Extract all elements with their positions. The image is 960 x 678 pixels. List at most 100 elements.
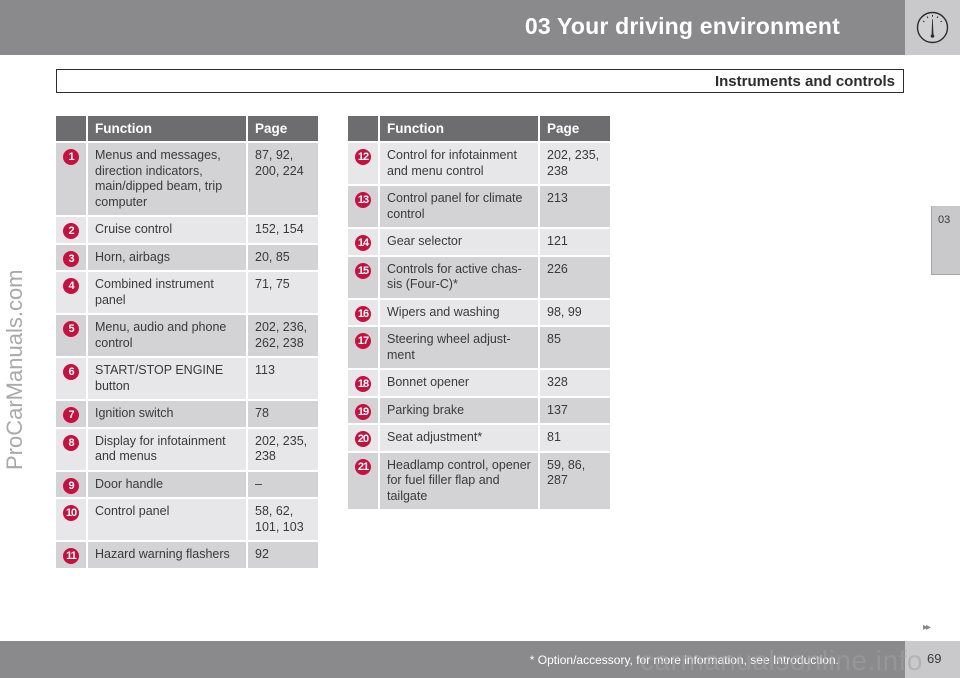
number-badge-icon: 16	[355, 305, 371, 322]
number-badge-icon: 5	[63, 321, 79, 337]
number-badge-icon: 17	[355, 333, 371, 349]
number-badge-icon: 11	[63, 548, 79, 564]
row-number-cell: 2	[56, 217, 86, 243]
row-number-cell: 5	[56, 315, 86, 356]
row-number-cell: 10	[56, 499, 86, 540]
table-row: 12 Control for infotainment and menu cont…	[348, 143, 610, 184]
table-row: 1 Menus and messages, direction indicator…	[56, 143, 318, 215]
row-number-cell: 18	[348, 370, 378, 396]
function-column-header: Function	[380, 116, 538, 141]
function-cell: START/STOP ENGINE button	[88, 358, 246, 399]
page-reference-cell[interactable]: 71, 75	[248, 272, 318, 313]
page-reference-cell[interactable]: 20, 85	[248, 244, 318, 270]
table-row: 13 Control panel for climate control 213	[348, 186, 610, 227]
double-arrow-right-icon[interactable]: ▸▸	[923, 622, 931, 633]
table-row: 8 Display for infotainment and menus 202, …	[56, 428, 318, 470]
table-row: 16 Wipers and washing 98, 99	[348, 299, 610, 325]
row-number-cell: 17	[348, 327, 378, 368]
number-badge-icon: 21	[355, 458, 371, 475]
function-cell: Wipers and washing	[380, 299, 538, 325]
row-number-cell: 19	[348, 397, 378, 423]
page-reference-cell[interactable]: 328	[540, 370, 610, 396]
number-badge-icon: 13	[355, 192, 371, 208]
watermark-bottom: carmanualsonline.info	[640, 645, 923, 676]
table-row: 4 Combined instrument panel 71, 75	[56, 272, 318, 313]
number-column-header	[348, 116, 378, 141]
function-cell: Horn, airbags	[88, 244, 246, 270]
row-number-cell: 11	[56, 542, 86, 568]
table-row: 9 Door handle –	[56, 471, 318, 497]
chapter-side-tab-label: 03	[938, 214, 951, 226]
chapter-header-band: 03 Your driving environment	[0, 0, 905, 55]
number-badge-icon: 14	[355, 235, 371, 251]
section-header: Instruments and controls	[56, 69, 904, 93]
function-cell: Menu, audio and phone control	[88, 315, 246, 356]
row-number-cell: 4	[56, 272, 86, 313]
function-cell: Controls for active chas-sis (Four-C)*	[380, 256, 538, 298]
number-badge-icon: 6	[63, 364, 79, 380]
section-title: Instruments and controls	[714, 73, 895, 90]
number-badge-icon: 7	[63, 407, 79, 423]
page-reference-cell[interactable]: 137	[540, 397, 610, 423]
row-number-cell: 9	[56, 471, 86, 497]
page-reference-cell[interactable]: 213	[540, 186, 610, 227]
page-reference-cell[interactable]: 78	[248, 401, 318, 427]
table-header-row: Function Page	[56, 116, 318, 141]
row-number-cell: 1	[56, 143, 86, 215]
number-badge-icon: 10	[63, 505, 79, 521]
table-row: 19 Parking brake 137	[348, 397, 610, 423]
page-number: 69	[927, 651, 942, 666]
table-row: 20 Seat adjustment* 81	[348, 425, 610, 451]
page-reference-cell[interactable]: 113	[248, 358, 318, 399]
number-badge-icon: 19	[355, 403, 371, 420]
number-badge-icon: 1	[63, 149, 79, 165]
function-table-right-body: 12 Control for infotainment and menu cont…	[348, 143, 610, 509]
number-badge-icon: 4	[63, 278, 79, 294]
table-row: 11 Hazard warning flashers 92	[56, 542, 318, 568]
page-reference-cell[interactable]: 202, 236, 262, 238	[248, 315, 318, 356]
row-number-cell: 6	[56, 358, 86, 399]
page-reference-cell[interactable]: 98, 99	[540, 299, 610, 325]
page-reference-cell[interactable]: 226	[540, 256, 610, 298]
page-reference-cell[interactable]: –	[248, 471, 318, 497]
page-reference-cell[interactable]: 87, 92, 200, 224	[248, 143, 318, 215]
page-reference-cell[interactable]: 85	[540, 327, 610, 368]
page-reference-cell[interactable]: 121	[540, 229, 610, 255]
page-reference-cell[interactable]: 152, 154	[248, 217, 318, 243]
number-badge-icon: 8	[63, 434, 79, 451]
page-reference-cell[interactable]: 58, 62, 101, 103	[248, 499, 318, 540]
number-column-header	[56, 116, 86, 141]
table-row: 21 Headlamp control, opener for fuel fill…	[348, 452, 610, 509]
page-reference-cell[interactable]: 81	[540, 425, 610, 451]
function-cell: Control for infotainment and menu contro…	[380, 143, 538, 184]
table-row: 18 Bonnet opener 328	[348, 370, 610, 396]
table-row: 3 Horn, airbags 20, 85	[56, 244, 318, 270]
function-cell: Menus and messages, direction indicators…	[88, 143, 246, 215]
function-cell: Parking brake	[380, 397, 538, 423]
row-number-cell: 15	[348, 256, 378, 298]
number-badge-icon: 2	[63, 223, 79, 239]
number-badge-icon: 9	[63, 477, 79, 494]
chapter-title: 03 Your driving environment	[524, 13, 840, 39]
row-number-cell: 16	[348, 299, 378, 325]
page-reference-cell[interactable]: 202, 235, 238	[248, 428, 318, 470]
number-badge-icon: 20	[355, 431, 371, 447]
row-number-cell: 20	[348, 425, 378, 451]
function-table-left-body: 1 Menus and messages, direction indicator…	[56, 143, 318, 568]
table-row: 17 Steering wheel adjust-ment 85	[348, 327, 610, 368]
function-cell: Combined instrument panel	[88, 272, 246, 313]
table-row: 15 Controls for active chas-sis (Four-C)*…	[348, 256, 610, 298]
function-table-right: Function Page 12 Control for infotainment…	[346, 114, 612, 511]
table-row: 14 Gear selector 121	[348, 229, 610, 255]
page-reference-cell[interactable]: 92	[248, 542, 318, 568]
page-reference-cell[interactable]: 59, 86, 287	[540, 452, 610, 509]
function-cell: Steering wheel adjust-ment	[380, 327, 538, 368]
chapter-side-tab[interactable]: 03	[931, 206, 960, 275]
row-number-cell: 7	[56, 401, 86, 427]
page-column-header: Page	[540, 116, 610, 141]
function-cell: Control panel	[88, 499, 246, 540]
table-row: 7 Ignition switch 78	[56, 401, 318, 427]
function-table-left: Function Page 1 Menus and messages, direc…	[54, 114, 320, 570]
page-column-header: Page	[248, 116, 318, 141]
page-reference-cell[interactable]: 202, 235, 238	[540, 143, 610, 184]
